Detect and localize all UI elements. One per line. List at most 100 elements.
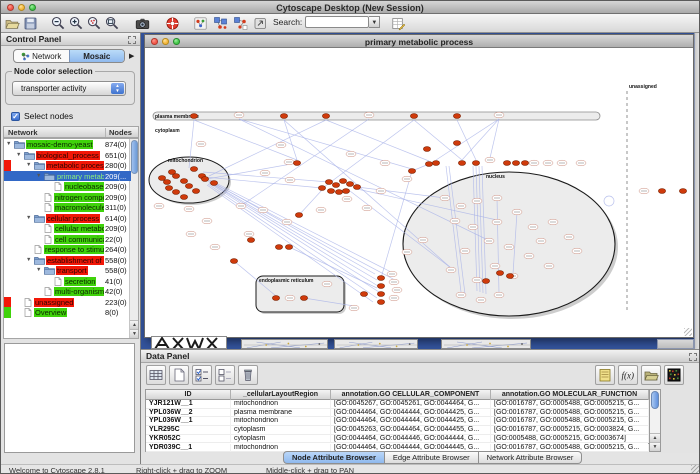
network-node-label[interactable]: [446, 267, 456, 273]
minimized-window-3[interactable]: [334, 339, 418, 349]
network-node-red[interactable]: [318, 186, 325, 191]
network-edge[interactable]: [490, 119, 499, 158]
save-session-icon[interactable]: [23, 16, 39, 32]
network-node-label[interactable]: [548, 219, 558, 225]
network-node-label[interactable]: [210, 244, 220, 250]
table-column-header[interactable]: annotation.GO CELLULAR_COMPONENT: [331, 390, 491, 400]
network-node-red[interactable]: [285, 245, 292, 250]
network-node-label[interactable]: [494, 292, 504, 298]
table-column-header[interactable]: ID: [146, 390, 231, 400]
network-node-red[interactable]: [300, 296, 307, 301]
expand-arrow-icon[interactable]: ▼: [6, 141, 11, 147]
network-node-label[interactable]: [389, 279, 399, 285]
tree-row-cellular-metabolic-p[interactable]: cellular metabolic p209(0): [4, 223, 131, 234]
network-node-label[interactable]: [472, 198, 482, 204]
network-node-label[interactable]: [528, 224, 538, 230]
tab-network-attribute-browser[interactable]: Network Attribute Browser: [479, 451, 583, 464]
network-edge[interactable]: [326, 120, 429, 161]
network-node-label[interactable]: [322, 281, 332, 287]
network-edge[interactable]: [242, 119, 369, 205]
tree-row-secretion[interactable]: secretion41(0): [4, 276, 131, 287]
delete-attribute-icon[interactable]: [238, 365, 258, 385]
network-node-red[interactable]: [158, 176, 165, 181]
minimized-window-1[interactable]: [151, 336, 227, 349]
network-node-label[interactable]: [492, 219, 502, 225]
network-node-label[interactable]: [529, 160, 539, 166]
network-node-red[interactable]: [377, 284, 384, 289]
network-node-red[interactable]: [453, 141, 460, 146]
network-node-red[interactable]: [410, 114, 417, 119]
new-attribute-icon[interactable]: [169, 365, 189, 385]
network-node-red[interactable]: [679, 189, 686, 194]
network-node-red[interactable]: [293, 161, 300, 166]
matrix-view-icon[interactable]: [664, 365, 684, 385]
network-node-red[interactable]: [325, 180, 332, 185]
scroll-up-icon[interactable]: ▲: [130, 320, 139, 329]
minimized-window-4[interactable]: [441, 339, 531, 349]
network-node-label[interactable]: [260, 170, 270, 176]
network-node-label[interactable]: [450, 218, 460, 224]
network-node-label[interactable]: [184, 206, 194, 212]
float-panel-icon[interactable]: [689, 353, 697, 361]
network-node-label[interactable]: [285, 295, 295, 301]
attribute-editor-icon[interactable]: [391, 16, 407, 32]
network-node-red[interactable]: [521, 161, 528, 166]
tree-row-metabolic-process[interactable]: ▼metabolic process280(0): [4, 160, 131, 171]
network-node-red[interactable]: [408, 169, 415, 174]
help-icon[interactable]: [165, 16, 181, 32]
tab-overflow-arrow-icon[interactable]: ▶: [129, 52, 134, 60]
network-self-loop[interactable]: [604, 196, 614, 206]
network-node-label[interactable]: [202, 218, 212, 224]
table-column-header[interactable]: annotation.GO MOLECULAR_FUNCTION: [491, 390, 649, 400]
table-row-YPL036W__2[interactable]: YPL036W__2plasma membrane[GO:0044464, GO…: [146, 409, 649, 418]
tree-row-cellular-process[interactable]: ▼cellular process614(0): [4, 213, 131, 224]
network-node-red[interactable]: [342, 189, 349, 194]
network-node-red[interactable]: [482, 279, 489, 284]
zoom-out-icon[interactable]: [51, 16, 67, 32]
select-attributes-icon[interactable]: [192, 365, 212, 385]
scroll-down-icon[interactable]: ▼: [650, 442, 660, 451]
network-node-red[interactable]: [658, 189, 665, 194]
network-node-label[interactable]: [572, 248, 582, 254]
network-node-label[interactable]: [387, 271, 397, 277]
network-node-label[interactable]: [440, 195, 450, 201]
network-node-red[interactable]: [377, 276, 384, 281]
first-neighbors-icon[interactable]: [213, 16, 229, 32]
network-node-label[interactable]: [557, 160, 567, 166]
change-table-mode-icon[interactable]: [146, 365, 166, 385]
network-node-label[interactable]: [476, 297, 486, 303]
expand-arrow-icon[interactable]: ▼: [26, 215, 31, 221]
tree-row-transport[interactable]: ▼transport558(0): [4, 265, 131, 276]
network-node-red[interactable]: [295, 213, 302, 218]
network-node-red[interactable]: [172, 190, 179, 195]
network-edge[interactable]: [210, 180, 391, 272]
tab-node-attribute-browser[interactable]: Node Attribute Browser: [283, 451, 385, 464]
network-node-label[interactable]: [284, 159, 294, 165]
network-node-red[interactable]: [458, 161, 465, 166]
network-node-red[interactable]: [332, 183, 339, 188]
network-node-label[interactable]: [234, 112, 244, 118]
network-node-label[interactable]: [349, 305, 359, 311]
birds-eye-view[interactable]: [4, 343, 135, 453]
network-node-red[interactable]: [423, 147, 430, 152]
network-edge[interactable]: [414, 120, 462, 160]
scroll-up-icon[interactable]: ▲: [650, 433, 660, 442]
network-node-red[interactable]: [322, 114, 329, 119]
annotation-icon[interactable]: [253, 16, 269, 32]
network-node-label[interactable]: [316, 207, 326, 213]
network-node-label[interactable]: [196, 141, 206, 147]
network-node-red[interactable]: [496, 271, 503, 276]
tree-column-nodes[interactable]: Nodes: [105, 128, 132, 137]
network-node-red[interactable]: [506, 274, 513, 279]
network-node-red[interactable]: [377, 300, 384, 305]
network-node-red[interactable]: [280, 114, 287, 119]
network-node-red[interactable]: [192, 189, 199, 194]
table-row-YKR052C[interactable]: YKR052Ccytoplasm[GO:0044464, GO:0044446,…: [146, 435, 649, 444]
network-node-label[interactable]: [512, 209, 522, 215]
network-node-label[interactable]: [346, 151, 356, 157]
network-node-label[interactable]: [285, 177, 295, 183]
network-edge[interactable]: [324, 120, 414, 187]
network-node-label[interactable]: [524, 253, 534, 259]
network-node-red[interactable]: [201, 177, 208, 182]
network-node-label[interactable]: [576, 160, 586, 166]
